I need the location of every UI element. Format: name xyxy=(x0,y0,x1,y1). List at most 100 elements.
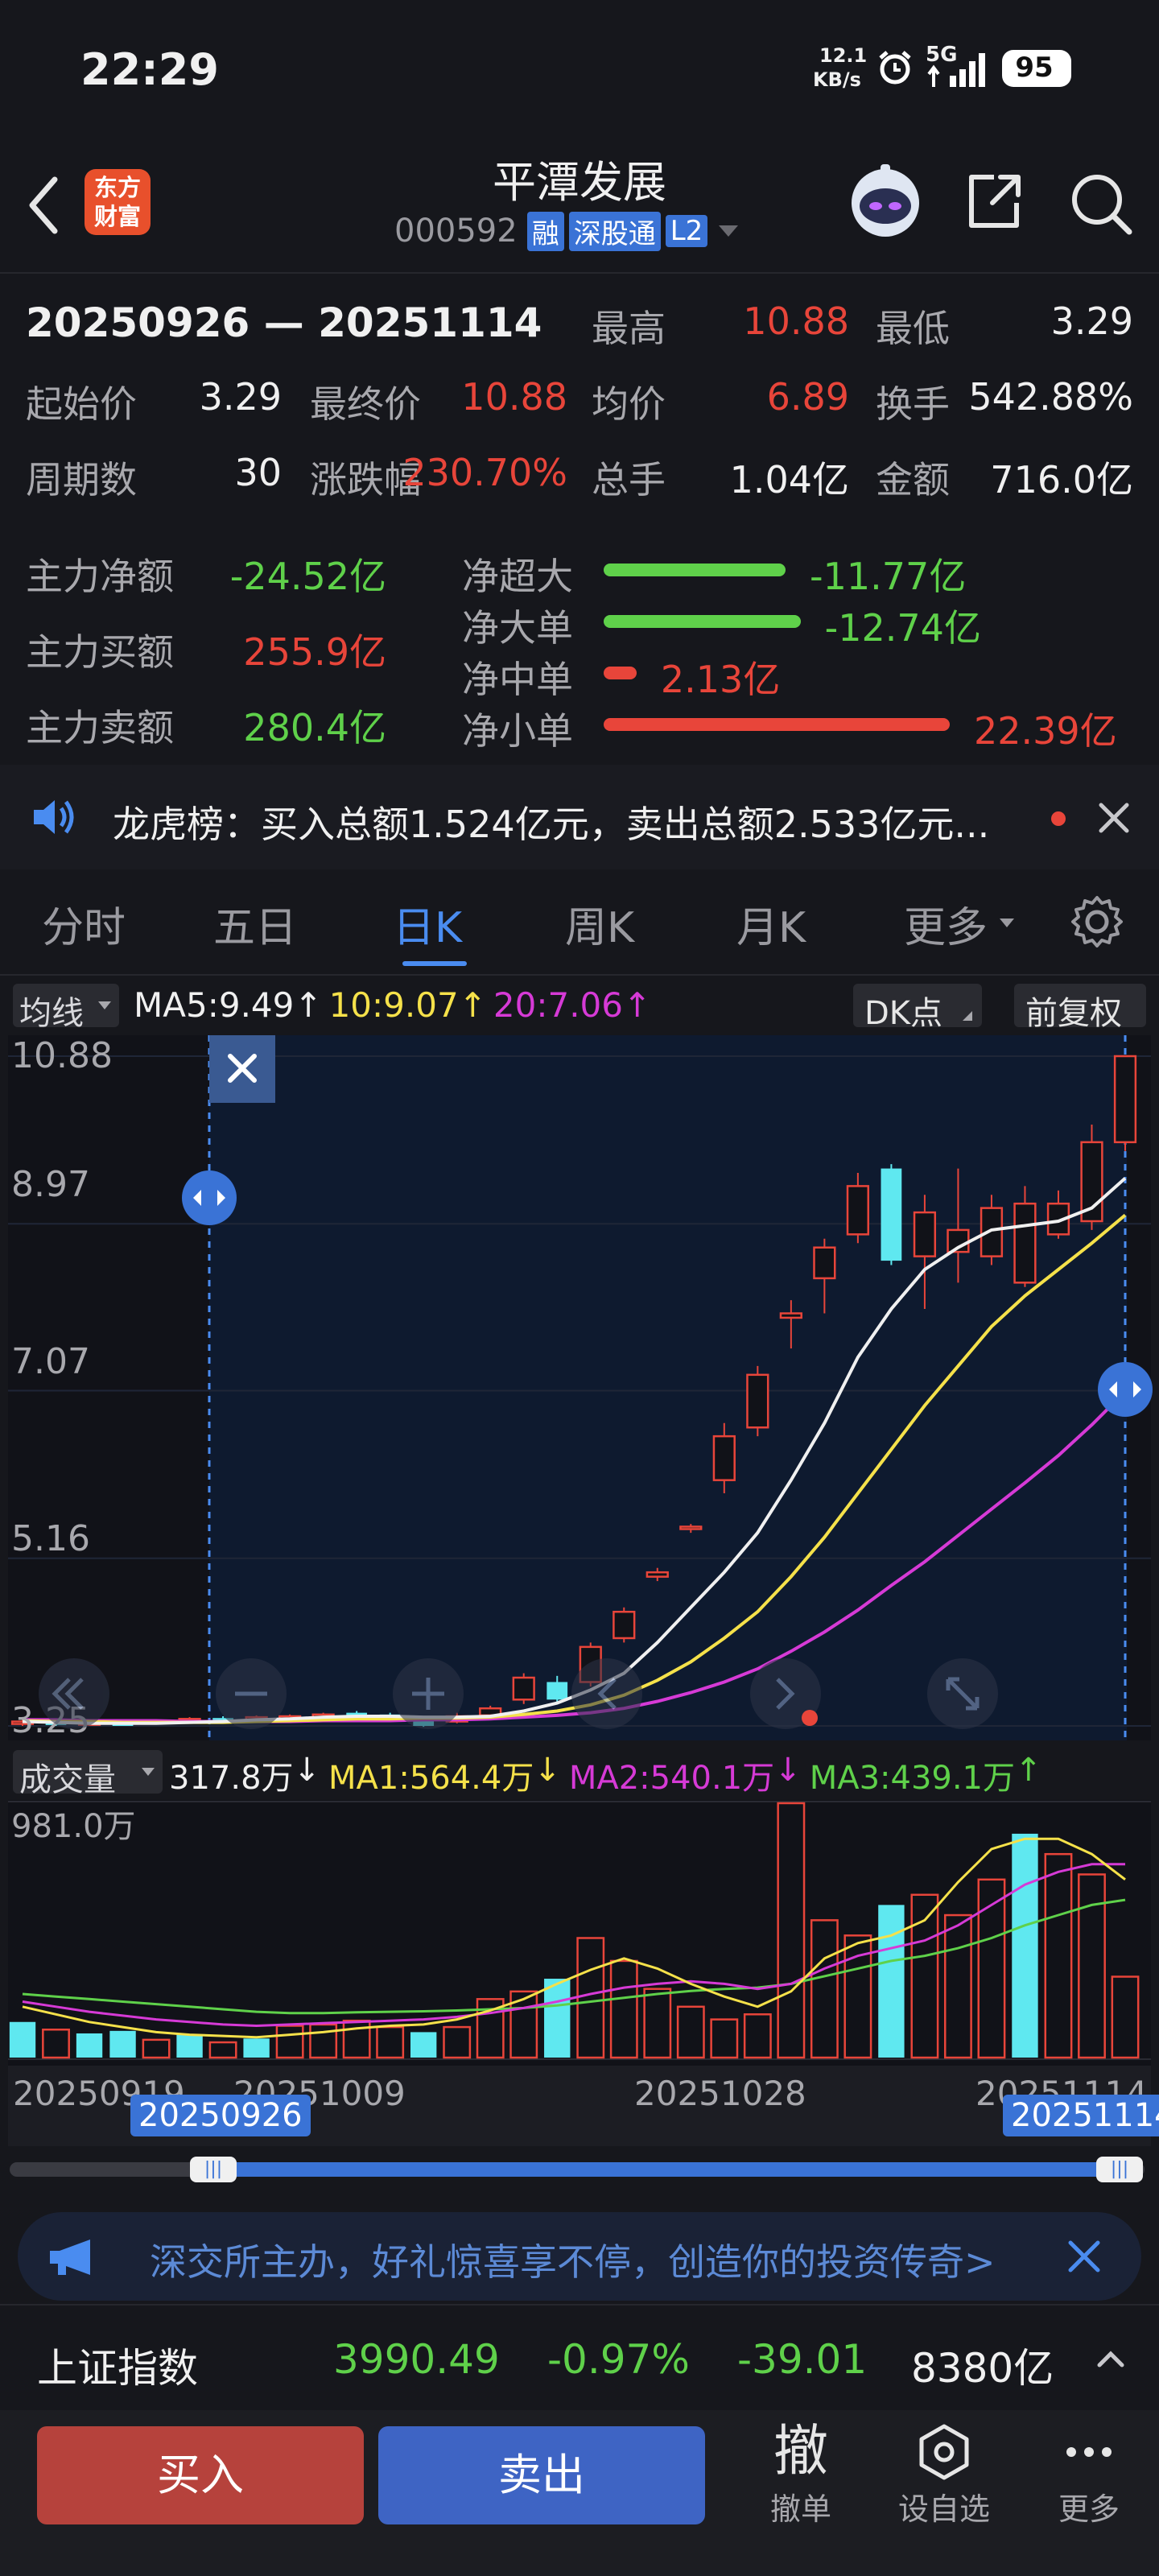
megaphone-icon xyxy=(47,2236,98,2278)
sell-button[interactable]: 卖出 xyxy=(378,2426,705,2524)
rewind-button[interactable] xyxy=(39,1658,109,1729)
change-value: 230.70% xyxy=(402,451,567,494)
turnover-label: 换手 xyxy=(876,382,950,426)
volume-bar xyxy=(743,2013,772,2059)
close-icon[interactable] xyxy=(1095,799,1133,837)
price-tick: 10.88 xyxy=(11,1035,113,1076)
volume-selector[interactable]: 成交量 xyxy=(13,1750,163,1798)
candle-body xyxy=(813,1246,836,1280)
flow-bar xyxy=(604,718,950,731)
volume-bar xyxy=(676,2005,705,2059)
candle-body xyxy=(1113,1055,1137,1144)
flow-value: 22.39亿 xyxy=(974,709,1117,753)
volume-chart[interactable]: 981.0万 xyxy=(0,1800,1159,2066)
alarm-icon xyxy=(876,48,914,87)
expand-up-icon[interactable] xyxy=(1095,2346,1127,2370)
vol-ma2-value: MA2:540.1万 xyxy=(568,1760,775,1797)
volume-bar xyxy=(878,1905,905,2058)
candle-body xyxy=(1013,1202,1037,1284)
stock-code-row[interactable]: 000592 融 深股通 L2 xyxy=(394,211,739,251)
assistant-robot-icon[interactable] xyxy=(845,161,926,242)
flow-label: 净中单 xyxy=(462,658,573,701)
add-watchlist-button[interactable]: 设自选 xyxy=(884,2420,1004,2541)
buy-button-label: 买入 xyxy=(157,2450,244,2500)
volume-bar xyxy=(176,2034,203,2058)
volume-chart-area[interactable]: 981.0万 xyxy=(0,1800,1159,2066)
main-net-value: -24.52亿 xyxy=(229,555,386,598)
stock-code: 000592 xyxy=(394,213,518,250)
tab-monthly-k[interactable]: 月K xyxy=(736,894,806,954)
low-value: 3.29 xyxy=(1050,299,1133,343)
battery-level: 95 xyxy=(1015,52,1054,84)
ma-values: MA5:9.49 ↑ 10:9.07 ↑ 20:7.06 ↑ xyxy=(134,985,651,1025)
volume-bar xyxy=(342,2019,371,2059)
kline-chart-area[interactable]: 10.88 8.97 7.07 5.16 3.25 xyxy=(0,1035,1159,1744)
active-tab-underline xyxy=(402,961,467,966)
tab-weekly-k[interactable]: 周K xyxy=(565,894,634,954)
ad-close-icon[interactable] xyxy=(1066,2238,1103,2275)
notice-bar[interactable]: 龙虎榜：买入总额1.524亿元，卖出总额2.533亿元... xyxy=(0,765,1159,869)
range-slider-end-thumb[interactable]: ||| xyxy=(1096,2157,1143,2182)
date-range: 20250926 — 20251114 xyxy=(26,299,542,346)
x-tick: 20251028 xyxy=(634,2074,806,2113)
hexagon-icon xyxy=(884,2420,1004,2484)
tab-more[interactable]: 更多 xyxy=(904,894,988,954)
flow-value: -12.74亿 xyxy=(824,606,981,650)
flow-label: 净小单 xyxy=(462,709,573,753)
index-bar[interactable]: 上证指数 3990.49 -0.97% -39.01 8380亿 xyxy=(0,2304,1159,2410)
cancel-order-button[interactable]: 撤 撤单 xyxy=(740,2420,861,2541)
main-buy-value: 255.9亿 xyxy=(243,630,386,674)
badge-margin: 融 xyxy=(526,211,564,251)
more-dots-icon xyxy=(1029,2420,1149,2484)
flow-label: 净超大 xyxy=(462,555,573,598)
index-change: -39.01 xyxy=(737,2336,868,2383)
candle-body xyxy=(913,1211,937,1257)
candle-body xyxy=(645,1571,669,1578)
candle-body xyxy=(746,1373,769,1429)
turnover-value: 542.88% xyxy=(968,375,1133,419)
share-icon[interactable] xyxy=(962,169,1026,233)
scroll-left-button[interactable] xyxy=(571,1658,642,1729)
volume-ma-values: 317.8万 ↓ MA1:564.4万 ↓ MA2:540.1万 ↓ MA3:439.… xyxy=(169,1752,1042,1798)
ma-selector[interactable]: 均线 xyxy=(13,984,119,1032)
open-label: 起始价 xyxy=(26,382,137,426)
search-icon[interactable] xyxy=(1066,169,1134,237)
close-label: 最终价 xyxy=(310,382,421,426)
tab-five-day[interactable]: 五日 xyxy=(213,894,297,954)
status-time: 22:29 xyxy=(80,44,219,95)
volume-bar xyxy=(1044,1852,1073,2059)
volume-label: 总手 xyxy=(592,458,666,502)
notice-text[interactable]: 龙虎榜：买入总额1.524亿元，卖出总额2.533亿元... xyxy=(113,795,989,848)
range-slider-start-thumb[interactable]: ||| xyxy=(190,2157,237,2182)
range-start-handle[interactable] xyxy=(182,1170,237,1225)
volume-bar xyxy=(1078,1873,1106,2059)
volume-bar xyxy=(309,2023,338,2059)
volume-bar xyxy=(76,2033,103,2058)
ad-text[interactable]: 深交所主办，好礼惊喜享不停，创造你的投资传奇> xyxy=(150,2233,1051,2286)
more-button[interactable]: 更多 xyxy=(1029,2420,1149,2541)
candle-body xyxy=(779,1312,802,1319)
settings-gear-icon[interactable] xyxy=(1069,894,1125,950)
dk-point-button[interactable]: DK点 xyxy=(853,984,982,1032)
volume-bar xyxy=(42,2028,70,2059)
header: 东方 财富 平潭发展 000592 融 深股通 L2 xyxy=(0,137,1159,274)
fullscreen-button[interactable] xyxy=(927,1658,998,1729)
open-value: 3.29 xyxy=(199,375,282,419)
range-end-handle[interactable] xyxy=(1098,1362,1153,1417)
dk-point-label: DK点 xyxy=(864,995,943,1032)
buy-button[interactable]: 买入 xyxy=(37,2426,364,2524)
range-close-button[interactable] xyxy=(209,1035,275,1103)
ma10-up-arrow-icon: ↑ xyxy=(458,985,487,1025)
avg-label: 均价 xyxy=(592,382,666,426)
candle-body xyxy=(712,1435,736,1481)
badge-l2: L2 xyxy=(665,215,708,247)
ad-banner[interactable]: 深交所主办，好礼惊喜享不停，创造你的投资传奇> xyxy=(18,2212,1141,2301)
zoom-in-button[interactable] xyxy=(393,1658,464,1729)
adjust-button[interactable]: 前复权 xyxy=(1014,984,1146,1032)
zoom-out-button[interactable] xyxy=(216,1658,287,1729)
tab-daily-k[interactable]: 日K xyxy=(393,894,462,954)
kline-chart[interactable]: 10.88 8.97 7.07 5.16 3.25 xyxy=(0,1035,1159,1744)
periods-label: 周期数 xyxy=(26,458,137,502)
tab-timeshare[interactable]: 分时 xyxy=(42,894,126,954)
dropdown-triangle-icon[interactable] xyxy=(719,225,739,237)
